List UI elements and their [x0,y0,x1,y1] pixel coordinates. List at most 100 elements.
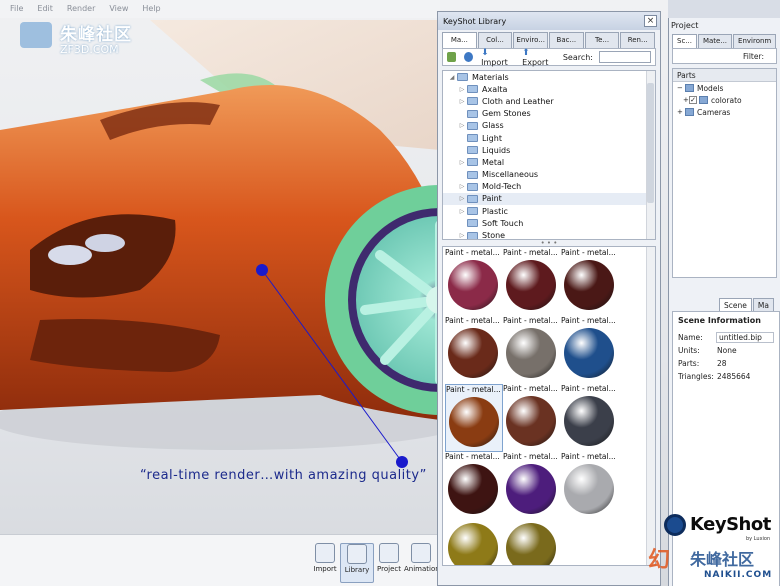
caption-text: “real-time render…with amazing quality” [140,468,427,483]
tab-environments[interactable]: Enviro... [513,32,549,48]
tree-item[interactable]: ◢ Materials [443,71,655,83]
tree-item-models[interactable]: − Models [673,82,776,94]
tree-item[interactable]: ▷ Stone [443,229,655,239]
material-thumbnail[interactable]: Paint - metal... [503,452,561,520]
tree-item[interactable]: Miscellaneous [443,169,655,181]
refresh-icon[interactable] [464,52,474,62]
material-thumbnail[interactable]: Paint - metal... [503,316,561,384]
tree-item[interactable]: ▷ Axalta [443,83,655,95]
tree-item-label: Metal [482,157,505,167]
expand-arrow-icon[interactable]: ▷ [457,98,467,105]
export-library-label: Export [522,57,549,67]
tree-item[interactable]: ▷ Metal [443,156,655,168]
material-label: Paint - metal... [446,385,501,394]
tab-renderings[interactable]: Ren... [620,32,656,48]
folder-icon [467,207,478,216]
tab-scene[interactable]: Sc... [672,34,697,48]
folder-icon [467,158,478,167]
tree-item[interactable]: ▷ Paint [443,192,655,206]
expand-icon[interactable]: + [677,108,685,116]
material-thumbnail[interactable]: Paint - metal... [561,452,619,520]
tree-item-label: Glass [482,121,504,131]
expand-arrow-icon[interactable]: ▷ [457,232,467,239]
expanded-arrow-icon[interactable]: ◢ [447,74,457,81]
parts-header: Parts [673,69,776,82]
tab-material-info[interactable]: Ma [752,298,774,312]
close-button[interactable]: × [644,15,657,27]
expand-arrow-icon[interactable]: ▷ [457,159,467,166]
import-library-label: Import [481,57,508,67]
folder-icon [467,146,478,155]
tree-item[interactable]: Liquids [443,144,655,156]
export-library-button[interactable]: ⬆Export [522,48,557,67]
tab-textures[interactable]: Te... [584,32,620,48]
material-thumbnail[interactable]: Paint - metal... [445,248,503,316]
library-button[interactable]: Library [340,543,374,583]
zf3d-watermark: 朱峰社区 ZF3D.COM [20,20,132,56]
expand-arrow-icon[interactable]: ▷ [457,183,467,190]
triangles-value: 2485664 [717,372,751,381]
add-folder-icon[interactable] [447,52,457,62]
tree-scrollbar-thumb[interactable] [647,83,654,203]
material-thumbnail[interactable]: Paint - metal... [445,384,503,452]
material-thumbnail[interactable]: Paint - metal... [445,452,503,520]
tree-item[interactable]: ▷ Mold-Tech [443,181,655,193]
material-thumbnail[interactable]: Paint - metal... [561,248,619,316]
tab-materials[interactable]: Ma... [442,32,477,48]
tree-item[interactable]: ▷ Cloth and Leather [443,95,655,107]
expand-arrow-icon[interactable]: ▷ [457,208,467,215]
tree-item[interactable]: Light [443,132,655,144]
material-thumbnail[interactable] [503,520,561,565]
import-library-button[interactable]: ⬇Import [481,48,516,67]
tree-item-label: Paint [482,194,502,204]
material-thumbnail[interactable]: Paint - metal... [503,248,561,316]
filter-row[interactable]: Filter: [672,48,777,64]
tree-item-label: Plastic [482,206,508,216]
material-thumbnail[interactable]: Paint - metal... [561,384,619,452]
tab-colors[interactable]: Col... [477,32,513,48]
tree-item[interactable]: ▷ Glass [443,120,655,132]
material-thumbnail[interactable]: Paint - metal... [445,316,503,384]
tree-item-label: Liquids [482,145,511,155]
project-button[interactable]: Project [372,543,406,583]
tree-item[interactable]: ▷ Plastic [443,205,655,217]
collapse-icon[interactable]: − [677,84,685,92]
tab-backplates[interactable]: Bac... [549,32,584,48]
material-thumbnail[interactable]: Paint - metal... [503,384,561,452]
expand-arrow-icon[interactable]: ▷ [457,122,467,129]
material-label: Paint - metal... [503,452,558,461]
expand-arrow-icon[interactable]: ▷ [457,195,467,202]
material-thumbnail[interactable]: Paint - metal... [561,316,619,384]
parts-label: Parts: [678,359,700,368]
camera-icon [685,108,694,116]
animation-icon [411,543,431,563]
thumbnails-scrollbar[interactable] [646,247,655,565]
filter-label: Filter: [743,52,764,61]
tree-item[interactable]: Soft Touch [443,217,655,229]
animation-button[interactable]: Animation [404,543,440,583]
import-button[interactable]: Import [308,543,342,583]
scene-info-title: Scene Information [678,316,761,325]
name-field[interactable]: untitled.bip [716,332,774,343]
import-icon [315,543,335,563]
material-label: Paint - metal... [503,248,558,257]
tree-item-label: Materials [472,72,509,82]
expand-arrow-icon[interactable]: ▷ [457,86,467,93]
folder-icon [467,170,478,179]
tab-scene-info[interactable]: Scene [719,298,752,312]
tree-item-cameras[interactable]: + Cameras [673,106,776,118]
tab-materials[interactable]: Mate... [697,34,733,48]
folder-icon [467,182,478,191]
material-preview-sphere [448,464,498,514]
material-thumbnail[interactable] [445,520,503,565]
arrow-down-icon: ⬇ [481,47,489,58]
tab-environment[interactable]: Environm [733,34,777,48]
tree-item-colorato[interactable]: + ✓ colorato [673,94,776,106]
search-input[interactable] [599,51,651,63]
material-preview-sphere [448,328,498,378]
tree-item[interactable]: Gem Stones [443,108,655,120]
visibility-checkbox[interactable]: ✓ [689,96,697,104]
material-preview-sphere [448,260,498,310]
material-label: Paint - metal... [445,248,500,257]
tree-item-label: Gem Stones [482,109,531,119]
